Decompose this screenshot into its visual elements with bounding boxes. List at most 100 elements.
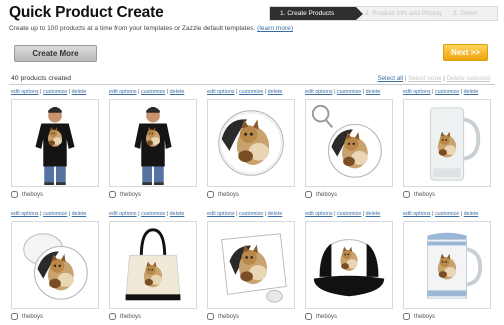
delete-link[interactable]: delete xyxy=(366,211,381,217)
link-separator: | xyxy=(264,89,267,95)
card-actions: edit options | customize | delete xyxy=(109,210,199,219)
product-card: edit options | customize | delete theboy… xyxy=(207,210,297,325)
product-select-row: theboys xyxy=(109,313,199,320)
product-thumbnail-button-angled[interactable] xyxy=(11,221,99,309)
link-separator: | xyxy=(443,75,445,82)
learn-more-link[interactable]: (learn more) xyxy=(257,25,293,32)
product-select-row: theboys xyxy=(11,191,101,198)
customize-link[interactable]: customize xyxy=(141,211,165,217)
product-thumbnail-glass-mug[interactable] xyxy=(403,99,491,187)
edit-options-link[interactable]: edit options xyxy=(109,89,137,95)
product-checkbox[interactable] xyxy=(305,191,312,198)
customize-link[interactable]: customize xyxy=(43,89,67,95)
create-more-button[interactable]: Create More xyxy=(14,45,97,62)
product-checkbox[interactable] xyxy=(207,313,214,320)
delete-link[interactable]: delete xyxy=(464,211,479,217)
product-select-row: theboys xyxy=(11,313,101,320)
delete-selected-link[interactable]: Delete selected xyxy=(447,75,490,82)
link-separator: | xyxy=(68,89,71,95)
step-create-products: 1. Create Products xyxy=(270,7,363,20)
product-card: edit options | customize | delete theboy… xyxy=(109,88,199,211)
delete-link[interactable]: delete xyxy=(72,211,87,217)
product-select-row: theboys xyxy=(403,191,493,198)
customize-link[interactable]: customize xyxy=(141,89,165,95)
customize-link[interactable]: customize xyxy=(239,211,263,217)
next-button[interactable]: Next >> xyxy=(443,44,488,61)
delete-link[interactable]: delete xyxy=(72,89,87,95)
product-label: theboys xyxy=(22,191,44,198)
product-checkbox[interactable] xyxy=(11,191,18,198)
product-checkbox[interactable] xyxy=(403,191,410,198)
edit-options-link[interactable]: edit options xyxy=(207,89,235,95)
link-separator: | xyxy=(68,211,71,217)
product-thumbnail-tshirt-front[interactable] xyxy=(11,99,99,187)
edit-options-link[interactable]: edit options xyxy=(109,211,137,217)
product-card: edit options | customize | delete theboy… xyxy=(403,210,493,325)
delete-link[interactable]: delete xyxy=(268,211,283,217)
delete-link[interactable]: delete xyxy=(464,89,479,95)
step-product-info: 2. Product Info and Pricing xyxy=(365,10,442,17)
edit-options-link[interactable]: edit options xyxy=(305,89,333,95)
edit-options-link[interactable]: edit options xyxy=(11,89,39,95)
link-separator: | xyxy=(362,89,365,95)
edit-options-link[interactable]: edit options xyxy=(305,211,333,217)
product-thumbnail-trucker-hat[interactable] xyxy=(305,221,393,309)
product-checkbox[interactable] xyxy=(305,313,312,320)
delete-link[interactable]: delete xyxy=(170,89,185,95)
product-checkbox[interactable] xyxy=(109,313,116,320)
product-thumbnail-beer-stein[interactable] xyxy=(403,221,491,309)
page-subtitle: Create up to 100 products at a time from… xyxy=(9,25,293,32)
link-separator: | xyxy=(432,89,434,95)
link-separator: | xyxy=(460,211,463,217)
product-label: theboys xyxy=(316,313,338,320)
edit-options-link[interactable]: edit options xyxy=(403,211,431,217)
link-separator: | xyxy=(404,75,407,82)
step-done: 3. Done! xyxy=(453,10,478,17)
card-actions: edit options | customize | delete xyxy=(11,210,101,219)
card-actions: edit options | customize | delete xyxy=(109,88,199,97)
customize-link[interactable]: customize xyxy=(435,211,459,217)
product-select-row: theboys xyxy=(207,313,297,320)
product-label: theboys xyxy=(22,313,44,320)
product-label: theboys xyxy=(414,313,436,320)
card-actions: edit options | customize | delete xyxy=(403,88,493,97)
link-separator: | xyxy=(460,89,463,95)
card-actions: edit options | customize | delete xyxy=(207,88,297,97)
delete-link[interactable]: delete xyxy=(170,211,185,217)
product-select-row: theboys xyxy=(403,313,493,320)
customize-link[interactable]: customize xyxy=(337,89,361,95)
product-card: edit options | customize | delete theboy… xyxy=(305,88,395,211)
products-count: 40 products created xyxy=(11,75,72,82)
card-actions: edit options | customize | delete xyxy=(305,210,395,219)
customize-link[interactable]: customize xyxy=(337,211,361,217)
product-thumbnail-tote-bag[interactable] xyxy=(109,221,197,309)
select-none-link[interactable]: Select none xyxy=(408,75,441,82)
product-checkbox[interactable] xyxy=(11,313,18,320)
product-label: theboys xyxy=(414,191,436,198)
product-thumbnail-keychain[interactable] xyxy=(305,99,393,187)
delete-link[interactable]: delete xyxy=(268,89,283,95)
customize-link[interactable]: customize xyxy=(435,89,459,95)
product-thumbnail-button-large[interactable] xyxy=(207,99,295,187)
product-thumbnail-tshirt-side[interactable] xyxy=(109,99,197,187)
edit-options-link[interactable]: edit options xyxy=(403,89,431,95)
product-card: edit options | customize | delete theboy… xyxy=(11,88,101,211)
card-actions: edit options | customize | delete xyxy=(11,88,101,97)
link-separator: | xyxy=(138,211,140,217)
delete-link[interactable]: delete xyxy=(366,89,381,95)
edit-options-link[interactable]: edit options xyxy=(11,211,39,217)
customize-link[interactable]: customize xyxy=(239,89,263,95)
link-separator: | xyxy=(166,89,169,95)
product-checkbox[interactable] xyxy=(207,191,214,198)
select-all-link[interactable]: Select all xyxy=(377,75,403,82)
page-title: Quick Product Create xyxy=(9,4,164,21)
product-checkbox[interactable] xyxy=(109,191,116,198)
product-thumbnail-mousepad[interactable] xyxy=(207,221,295,309)
edit-options-link[interactable]: edit options xyxy=(207,211,235,217)
wizard-steps: 1. Create Products 2. Product Info and P… xyxy=(269,6,498,21)
product-select-row: theboys xyxy=(305,191,395,198)
product-checkbox[interactable] xyxy=(403,313,410,320)
link-separator: | xyxy=(138,89,140,95)
customize-link[interactable]: customize xyxy=(43,211,67,217)
divider xyxy=(9,84,495,85)
